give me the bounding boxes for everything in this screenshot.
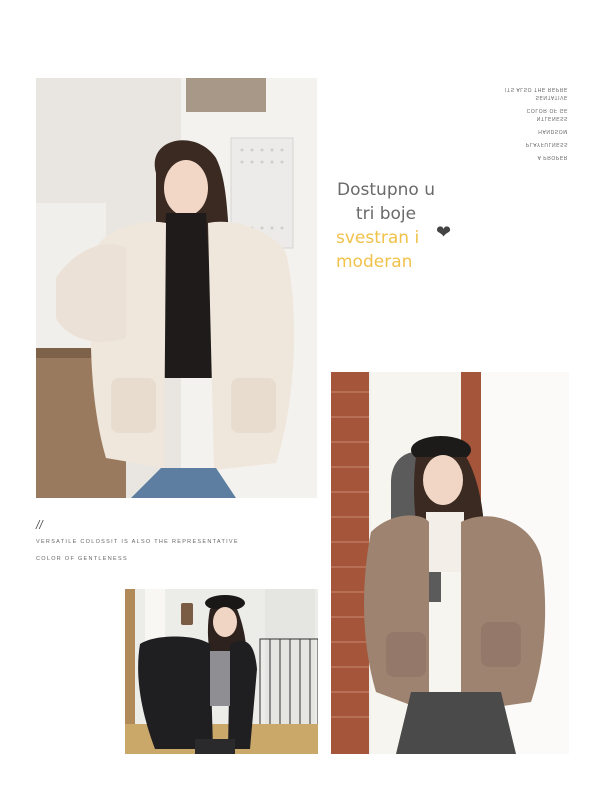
note-line-part: ITS ALSO THE REPRE xyxy=(505,86,568,92)
note-line: A PROPER xyxy=(537,154,568,160)
note-line: HANDSOM xyxy=(538,128,568,134)
heart-icon: ❤ xyxy=(436,222,452,242)
note-line: NTLENESS COLOR OF GE xyxy=(488,106,568,122)
photo-black-jacket xyxy=(125,589,318,754)
note-line: SENTATIVE ITS ALSO THE REPRE xyxy=(488,85,568,101)
headline-yellow: svestran i moderan xyxy=(336,226,419,274)
headline-line: Dostupno u xyxy=(337,180,435,200)
headline-line: svestran i xyxy=(336,228,420,248)
caption-slash: // xyxy=(36,518,43,532)
note-line-part: NTLENESS xyxy=(536,115,568,121)
note-line-part: COLOR OF GE xyxy=(526,107,568,113)
caption-line: VERSATILE COLOSSIT IS ALSO THE REPRESENT… xyxy=(36,539,239,545)
photo-cream-jacket xyxy=(36,78,317,498)
headline-gray: Dostupno u tri boje xyxy=(336,178,436,226)
note-line: PLAYFULNESS xyxy=(525,141,568,147)
caption-text: VERSATILE COLOSSIT IS ALSO THE REPRESENT… xyxy=(36,534,296,568)
headline-line: tri boje xyxy=(355,204,417,224)
headline-line: moderan xyxy=(336,252,413,272)
photo-brown-jacket xyxy=(331,372,569,754)
caption-line: COLOR OF GENTLENESS xyxy=(36,556,128,562)
note-line-part: SENTATIVE xyxy=(535,94,568,100)
mirrored-notes: A PROPER PLAYFULNESS HANDSOM NTLENESS COL… xyxy=(488,80,568,161)
